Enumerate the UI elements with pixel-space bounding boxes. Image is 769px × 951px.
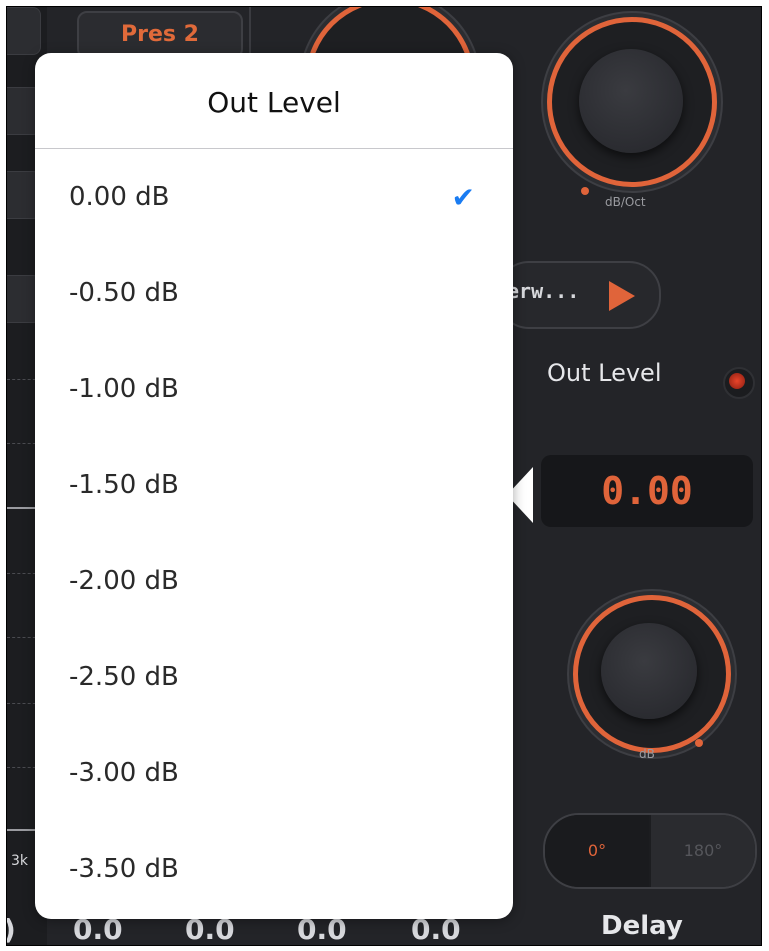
option-row[interactable]: -0.50 dB xyxy=(35,245,513,341)
preset-button[interactable]: Pres 2 xyxy=(77,11,243,59)
out-level-popover: Out Level 0.00 dB ✔ -0.50 dB -1.00 dB -1.50 … xyxy=(35,53,513,919)
option-label: -1.50 dB xyxy=(69,470,179,500)
option-row[interactable]: -1.00 dB xyxy=(35,341,513,437)
plugin-window: 3k Pres 2 dB/Oct erw... Out Level 0.00 d… xyxy=(6,6,762,946)
bottom-value: ) xyxy=(7,913,16,945)
play-arrow-icon xyxy=(609,281,635,311)
divider xyxy=(249,7,251,57)
option-label: -0.50 dB xyxy=(69,278,179,308)
left-strip-button[interactable] xyxy=(7,7,41,55)
knob-indicator-dot xyxy=(695,739,703,747)
phase-switch[interactable]: 0° 180° xyxy=(543,813,757,889)
filter-type-label: erw... xyxy=(507,279,580,303)
option-label: -2.50 dB xyxy=(69,662,179,692)
option-row[interactable]: -2.50 dB xyxy=(35,629,513,725)
freq-axis-label: 3k xyxy=(11,853,29,869)
phase-option-180[interactable]: 180° xyxy=(651,815,755,887)
option-row[interactable]: -3.50 dB xyxy=(35,821,513,917)
option-row[interactable]: -1.50 dB xyxy=(35,437,513,533)
popover-title: Out Level xyxy=(207,86,341,119)
out-level-label: Out Level xyxy=(547,359,662,387)
gain-knob-cap[interactable] xyxy=(601,623,697,719)
popover-header: Out Level xyxy=(35,53,513,149)
option-label: -3.50 dB xyxy=(69,854,179,884)
option-label: -2.00 dB xyxy=(69,566,179,596)
slope-knob-cap[interactable] xyxy=(579,49,683,153)
option-row[interactable]: -3.00 dB xyxy=(35,725,513,821)
option-label: -1.00 dB xyxy=(69,374,179,404)
checkmark-icon: ✔ xyxy=(451,180,475,214)
led-light-icon xyxy=(729,373,745,389)
out-level-value-display[interactable]: 0.00 xyxy=(541,455,753,527)
knob-indicator-dot xyxy=(581,187,589,195)
phase-option-0[interactable]: 0° xyxy=(545,815,649,887)
delay-label: Delay xyxy=(601,911,683,941)
option-label: -3.00 dB xyxy=(69,758,179,788)
option-row[interactable]: 0.00 dB ✔ xyxy=(35,149,513,245)
option-label: 0.00 dB xyxy=(69,182,170,212)
slope-unit-label: dB/Oct xyxy=(605,195,646,209)
gain-unit-label: dB xyxy=(639,747,655,761)
option-row[interactable]: -2.00 dB xyxy=(35,533,513,629)
option-list: 0.00 dB ✔ -0.50 dB -1.00 dB -1.50 dB -2.00 dB… xyxy=(35,149,513,917)
